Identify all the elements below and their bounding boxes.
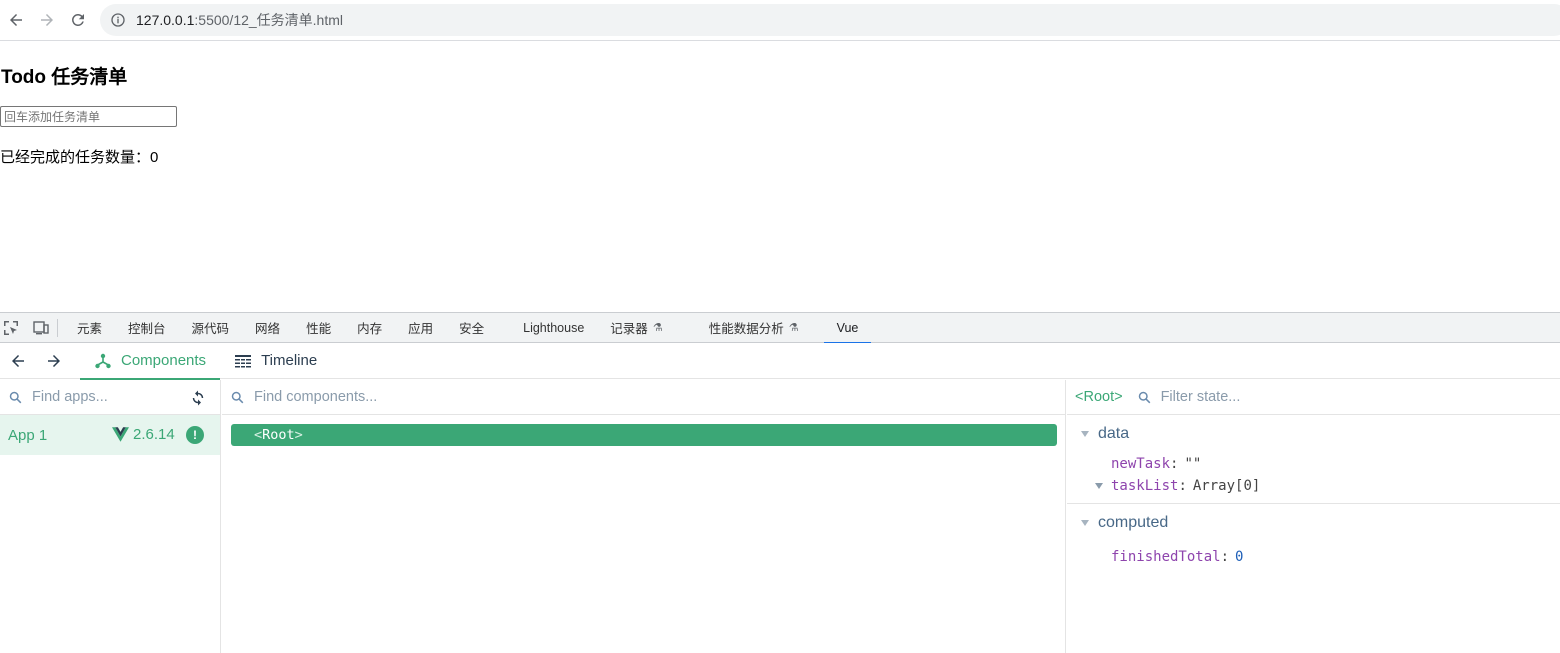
find-components-placeholder: Find components...	[254, 389, 378, 405]
search-icon	[9, 391, 22, 403]
url-host: 127.0.0.1	[136, 12, 195, 28]
reload-button[interactable]	[63, 5, 93, 35]
timeline-icon	[234, 352, 252, 370]
collapse-triangle-icon	[1081, 431, 1089, 437]
components-icon	[94, 352, 112, 370]
state-key: newTask	[1111, 456, 1171, 472]
performance-insights-label: 性能数据分析	[708, 322, 784, 336]
devtools-tab-console[interactable]: 控制台	[115, 313, 179, 343]
back-button[interactable]	[1, 5, 31, 35]
inspect-element-button[interactable]	[1, 318, 21, 338]
devtools-tab-lighthouse[interactable]: Lighthouse	[510, 313, 597, 343]
device-toggle-button[interactable]	[31, 318, 51, 338]
root-component-name: Root	[262, 427, 295, 443]
arrow-right-icon	[48, 354, 60, 367]
state-value[interactable]: ""	[1184, 456, 1201, 472]
reload-icon	[72, 14, 84, 26]
inspect-icon	[4, 320, 18, 335]
page-title: Todo 任务清单	[1, 67, 128, 88]
devtools-tab-memory[interactable]: 内存	[344, 313, 395, 343]
address-bar[interactable]: 127.0.0.1:5500/12_任务清单.html	[100, 4, 1560, 36]
refresh-icon[interactable]	[189, 389, 207, 407]
selected-component-name: Root	[1083, 389, 1115, 405]
app-name: App 1	[8, 426, 48, 444]
devtools-tab-bar: 元素 控制台 源代码 网络 性能 内存 应用 安全 Lighthouse 记录器…	[0, 312, 1560, 344]
url-text: 127.0.0.1:5500/12_任务清单.html	[136, 10, 343, 30]
arrow-left-icon	[12, 354, 24, 367]
devtools-tab-performance[interactable]: 性能	[293, 313, 344, 343]
arrow-left-icon	[10, 14, 22, 26]
recorder-label: 记录器	[610, 322, 648, 336]
state-value: Array[0]	[1192, 478, 1261, 494]
browser-toolbar: 127.0.0.1:5500/12_任务清单.html	[0, 0, 1560, 41]
expand-triangle-icon[interactable]	[1095, 483, 1103, 489]
experiment-flask-icon: ⚗	[652, 322, 663, 334]
devtools-tab-application[interactable]: 应用	[395, 313, 446, 343]
tab-components-label: Components	[121, 352, 207, 369]
history-back-button[interactable]	[0, 343, 36, 379]
forward-button[interactable]	[32, 5, 62, 35]
search-icon	[231, 391, 244, 403]
app-list-item[interactable]: App 1 2.6.14 !	[0, 415, 220, 455]
component-tree-pane: Find components... <Root>	[222, 380, 1066, 653]
finished-value: 0	[150, 149, 159, 166]
tab-timeline[interactable]: Timeline	[220, 343, 331, 379]
experiment-flask-icon: ⚗	[788, 322, 799, 334]
task-input[interactable]	[0, 106, 177, 127]
root-component-tag: <Root>	[254, 427, 303, 443]
finished-label: 已经完成的任务数量：	[0, 149, 151, 166]
devtools-tab-recorder[interactable]: 记录器 ⚗	[597, 313, 675, 343]
vue-version: 2.6.14	[133, 426, 175, 443]
devtools-tab-sources[interactable]: 源代码	[179, 313, 243, 343]
devtools-tab-elements[interactable]: 元素	[64, 313, 115, 343]
device-icon	[33, 320, 49, 334]
data-section-title: data	[1098, 425, 1130, 442]
info-icon[interactable]	[110, 12, 126, 28]
devtools-tab-network[interactable]: 网络	[242, 313, 293, 343]
selected-component-label: <Root>	[1075, 389, 1123, 405]
devtools-tab-security[interactable]: 安全	[446, 313, 497, 343]
state-row-finishedtotal[interactable]: finishedTotal:0	[1067, 546, 1560, 568]
finished-count: 已经完成的任务数量：0	[0, 146, 158, 167]
history-forward-button[interactable]	[36, 343, 72, 379]
state-key: finishedTotal	[1111, 549, 1221, 565]
state-row-newtask[interactable]: newTask: ""	[1067, 453, 1560, 475]
filter-state-input[interactable]: Filter state...	[1161, 389, 1241, 405]
vue-devtools-header: Components Timeline	[0, 343, 1560, 380]
arrow-right-icon	[41, 14, 53, 26]
state-inspector-header: <Root> Filter state...	[1067, 380, 1560, 415]
toolbar-divider	[57, 318, 58, 337]
state-inspector-pane: <Root> Filter state... data newTask: "" t…	[1067, 380, 1560, 653]
tab-timeline-label: Timeline	[261, 352, 318, 369]
find-components-search[interactable]: Find components...	[222, 380, 1065, 415]
data-section-toggle[interactable]: data	[1067, 415, 1560, 453]
page-content: Todo 任务清单 已经完成的任务数量：0	[0, 42, 1560, 312]
state-value: 0	[1235, 549, 1244, 565]
devtools-tab-performance-insights[interactable]: 性能数据分析 ⚗	[696, 313, 812, 343]
computed-section-toggle[interactable]: computed	[1067, 504, 1560, 542]
devtools-tab-vue[interactable]: Vue	[823, 313, 872, 344]
state-row-tasklist[interactable]: taskList: Array[0]	[1067, 475, 1560, 497]
url-path: :5500/12_任务清单.html	[194, 12, 344, 28]
find-apps-search[interactable]: Find apps...	[0, 380, 220, 415]
tab-components[interactable]: Components	[80, 343, 221, 380]
collapse-triangle-icon	[1081, 520, 1089, 526]
computed-section-title: computed	[1098, 514, 1169, 531]
component-tree-item-root[interactable]: <Root>	[231, 424, 1057, 446]
vue-logo-icon	[112, 427, 129, 442]
find-apps-placeholder: Find apps...	[32, 389, 108, 405]
state-key: taskList	[1111, 478, 1179, 494]
search-icon	[1138, 391, 1150, 403]
apps-pane: Find apps... App 1 2.6.14 !	[0, 380, 221, 653]
warning-icon[interactable]: !	[186, 426, 204, 444]
